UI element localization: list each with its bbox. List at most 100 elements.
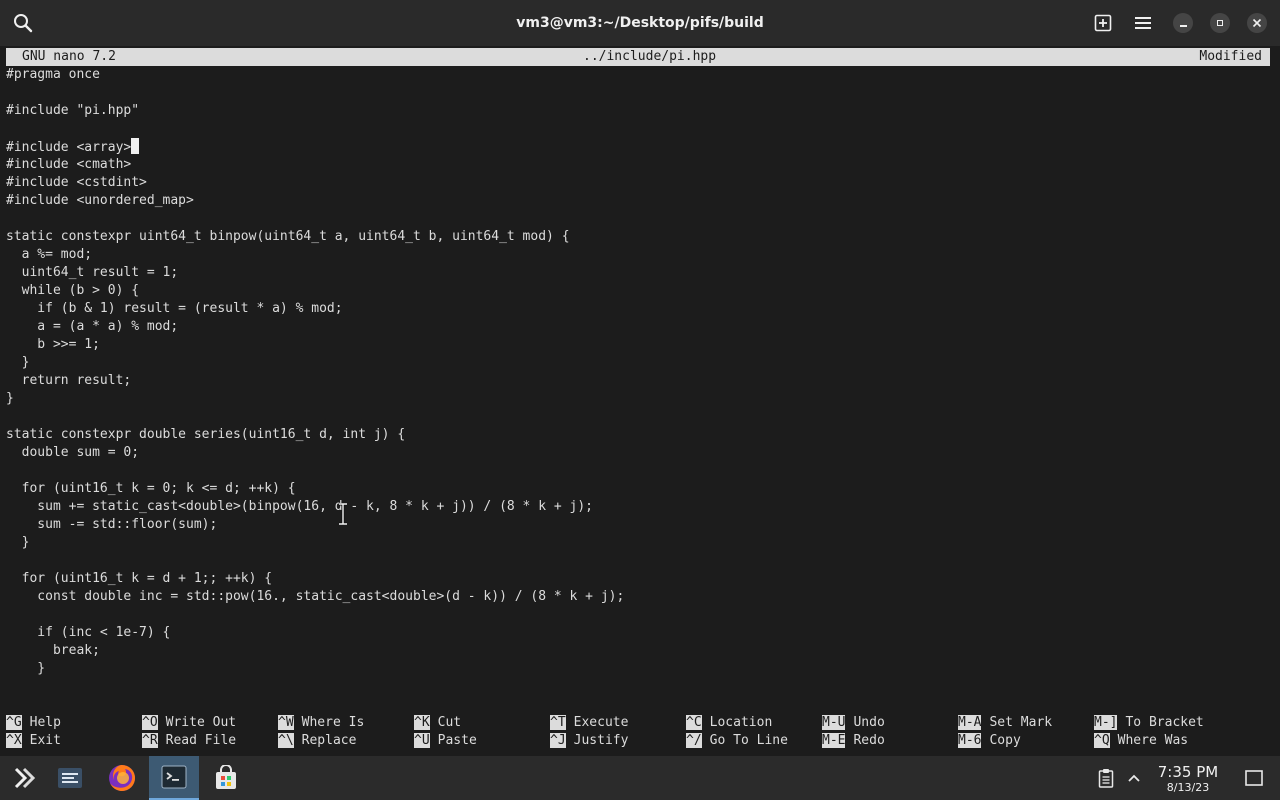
shortcut-key: M-E (822, 733, 846, 748)
clipboard-icon[interactable] (1094, 756, 1118, 800)
code-line[interactable]: b >>= 1; (6, 336, 624, 354)
shortcut-where-was: ^Q Where Was (1094, 732, 1188, 750)
shortcut-label: Read File (165, 733, 237, 748)
shortcut-label: Paste (437, 733, 477, 748)
nano-title-bar: GNU nano 7.2 ../include/pi.hpp Modified (6, 48, 1270, 66)
tray-expand-icon[interactable] (1122, 756, 1146, 800)
shortcut-label: Where Is (301, 715, 365, 730)
shortcut-undo: M-U Undo (822, 714, 885, 732)
shortcut-label: Help (29, 715, 61, 730)
taskbar-clock[interactable]: 7:35 PM 8/13/23 (1152, 764, 1224, 795)
shortcut-key: M-6 (958, 733, 982, 748)
shortcut-key: M-] (1094, 715, 1118, 730)
shortcut-where-is: ^W Where Is (278, 714, 364, 732)
nano-editor-text[interactable]: #pragma once #include "pi.hpp" #include <a… (6, 66, 624, 678)
code-line[interactable]: uint64_t result = 1; (6, 264, 624, 282)
menu-icon[interactable] (1131, 11, 1155, 35)
code-line[interactable]: } (6, 390, 624, 408)
shortcut-key: M-U (822, 715, 846, 730)
code-line[interactable]: static constexpr double series(uint16_t … (6, 426, 624, 444)
shortcut-key: ^G (6, 715, 22, 730)
shortcut-justify: ^J Justify (550, 732, 628, 750)
close-icon[interactable] (1245, 11, 1269, 35)
shortcut-label: Exit (29, 733, 61, 748)
code-line[interactable] (6, 552, 624, 570)
code-line[interactable]: #include <unordered_map> (6, 192, 624, 210)
shortcut-key: ^K (414, 715, 430, 730)
shortcut-key: ^C (686, 715, 702, 730)
shortcut-to-bracket: M-] To Bracket (1094, 714, 1204, 732)
code-line[interactable]: #include <array> (6, 138, 624, 156)
shortcut-key: ^W (278, 715, 294, 730)
shortcut-replace: ^\ Replace (278, 732, 356, 750)
code-line[interactable] (6, 120, 624, 138)
nano-modified-status: Modified (1199, 49, 1262, 64)
shortcut-label: Replace (301, 733, 357, 748)
show-desktop-icon[interactable] (1238, 756, 1270, 800)
code-line[interactable]: if (b & 1) result = (result * a) % mod; (6, 300, 624, 318)
terminal-view[interactable]: GNU nano 7.2 ../include/pi.hpp Modified … (0, 46, 1280, 756)
taskbar (0, 756, 1280, 800)
new-tab-icon[interactable] (1091, 11, 1115, 35)
shortcut-key: ^Q (1094, 733, 1110, 748)
shortcut-label: Undo (853, 715, 885, 730)
code-line[interactable]: for (uint16_t k = 0; k <= d; ++k) { (6, 480, 624, 498)
code-line[interactable]: a %= mod; (6, 246, 624, 264)
shortcut-label: Location (709, 715, 773, 730)
system-settings-icon[interactable] (50, 756, 90, 800)
code-line[interactable]: const double inc = std::pow(16., static_… (6, 588, 624, 606)
shortcut-label: Cut (437, 715, 462, 730)
code-line[interactable]: } (6, 534, 624, 552)
code-line[interactable]: if (inc < 1e-7) { (6, 624, 624, 642)
code-line[interactable]: for (uint16_t k = d + 1;; ++k) { (6, 570, 624, 588)
code-line[interactable]: } (6, 354, 624, 372)
shortcut-key: ^O (142, 715, 158, 730)
shortcut-label: Set Mark (989, 715, 1053, 730)
shortcut-label: Justify (573, 733, 629, 748)
clock-date: 8/13/23 (1166, 781, 1210, 794)
shortcut-label: Go To Line (709, 733, 788, 748)
code-line[interactable]: break; (6, 642, 624, 660)
terminal-icon[interactable] (149, 756, 199, 800)
shortcut-label: Copy (989, 733, 1021, 748)
nano-filename: ../include/pi.hpp (583, 49, 717, 64)
code-line[interactable]: a = (a * a) % mod; (6, 318, 624, 336)
firefox-icon[interactable] (100, 756, 144, 800)
shortcut-key: ^R (142, 733, 158, 748)
shortcut-label: Write Out (165, 715, 237, 730)
shortcut-key: ^X (6, 733, 22, 748)
code-line[interactable] (6, 606, 624, 624)
code-line[interactable]: #include <cmath> (6, 156, 624, 174)
shortcut-paste: ^U Paste (414, 732, 477, 750)
shortcut-label: Redo (853, 733, 885, 748)
discover-store-icon[interactable] (202, 756, 250, 800)
code-line[interactable]: while (b > 0) { (6, 282, 624, 300)
shortcut-label: Where Was (1117, 733, 1189, 748)
code-line[interactable] (6, 408, 624, 426)
minimize-icon[interactable] (1171, 11, 1195, 35)
code-line[interactable] (6, 84, 624, 102)
code-line[interactable] (6, 210, 624, 228)
shortcut-label: To Bracket (1125, 715, 1204, 730)
shortcut-key: ^\ (278, 733, 294, 748)
code-line[interactable]: sum -= std::floor(sum); (6, 516, 624, 534)
maximize-icon[interactable] (1208, 11, 1232, 35)
code-line[interactable]: #include "pi.hpp" (6, 102, 624, 120)
app-launcher-icon[interactable] (4, 756, 44, 800)
window-titlebar: vm3@vm3:~/Desktop/pifs/build (0, 0, 1280, 46)
text-cursor-ibeam-icon (338, 502, 348, 529)
shortcut-read-file: ^R Read File (142, 732, 236, 750)
shortcut-set-mark: M-A Set Mark (958, 714, 1052, 732)
code-line[interactable]: static constexpr uint64_t binpow(uint64_… (6, 228, 624, 246)
code-line[interactable] (6, 462, 624, 480)
code-line[interactable]: return result; (6, 372, 624, 390)
shortcut-label: Execute (573, 715, 629, 730)
code-line[interactable]: #include <cstdint> (6, 174, 624, 192)
nano-shortcut-bar: ^G Help ^X Exit ^O Write Out ^R Read File ^W Wher… (6, 714, 1276, 754)
shortcut-write-out: ^O Write Out (142, 714, 236, 732)
shortcut-key: ^U (414, 733, 430, 748)
code-line[interactable]: #pragma once (6, 66, 624, 84)
code-line[interactable]: } (6, 660, 624, 678)
code-line[interactable]: double sum = 0; (6, 444, 624, 462)
code-line[interactable]: sum += static_cast<double>(binpow(16, d … (6, 498, 624, 516)
